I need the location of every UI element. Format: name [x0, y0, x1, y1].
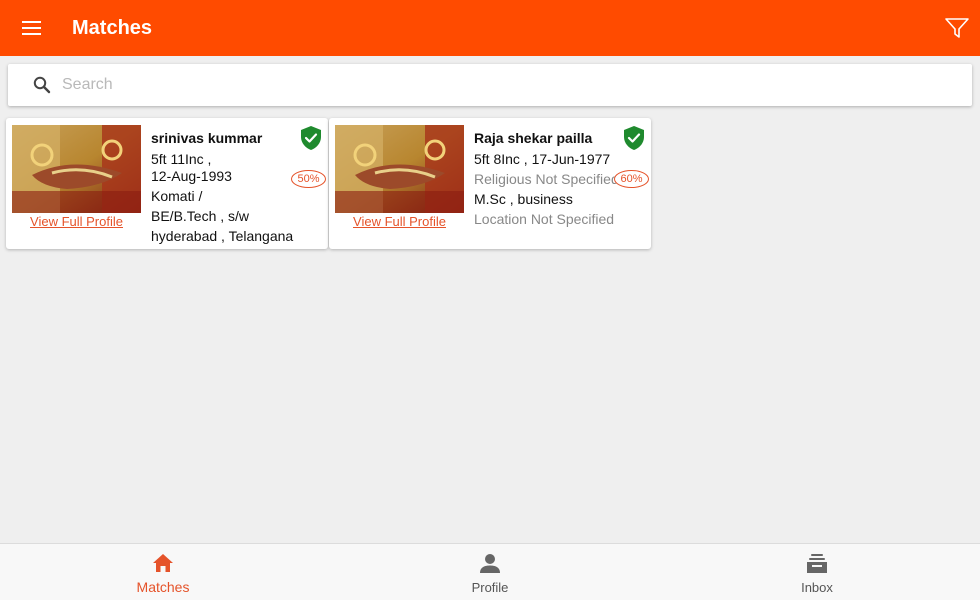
match-percent-badge: 60%: [614, 170, 649, 188]
search-bar: [8, 64, 972, 106]
home-icon: [153, 554, 173, 572]
inbox-icon: [807, 554, 827, 573]
filter-icon[interactable]: [944, 14, 970, 42]
education-text: BE/B.Tech , s/w: [151, 208, 250, 224]
height-dob-text: 5ft 8Inc , 17-Jun-1977: [474, 151, 611, 167]
bottom-navigation: Matches Profile Inbox: [0, 543, 980, 600]
location-text: Location Not Specified: [474, 211, 615, 227]
app-root: Matches Search View Full Profile sriniva…: [0, 0, 980, 600]
nav-item-matches[interactable]: Matches: [103, 544, 223, 600]
nav-label: Inbox: [801, 580, 833, 595]
height-text: 5ft 11Inc ,: [151, 151, 212, 167]
nav-item-inbox[interactable]: Inbox: [757, 544, 877, 600]
view-full-profile-link[interactable]: View Full Profile: [12, 214, 141, 229]
person-icon: [480, 554, 500, 573]
search-input[interactable]: [62, 70, 952, 100]
profile-photo[interactable]: [335, 125, 464, 213]
caste-text: Komati /: [151, 188, 203, 204]
verified-shield-icon: [623, 125, 645, 151]
app-bar: Matches: [0, 0, 980, 56]
page-title: Matches: [72, 17, 153, 39]
education-text: M.Sc , business: [474, 191, 573, 207]
profile-photo[interactable]: [12, 125, 141, 213]
view-full-profile-link[interactable]: View Full Profile: [335, 214, 464, 229]
hamburger-icon[interactable]: [18, 16, 46, 40]
verified-shield-icon: [300, 125, 322, 151]
nav-item-profile[interactable]: Profile: [430, 544, 550, 600]
match-percent-badge: 50%: [291, 170, 326, 188]
match-card[interactable]: View Full Profile srinivas kummar 5ft 11…: [6, 118, 328, 249]
match-card[interactable]: View Full Profile Raja shekar pailla 5ft…: [329, 118, 651, 249]
nav-label: Profile: [471, 580, 509, 595]
nav-label: Matches: [136, 579, 190, 595]
location-text: hyderabad , Telangana: [151, 228, 294, 244]
search-icon: [32, 75, 52, 95]
